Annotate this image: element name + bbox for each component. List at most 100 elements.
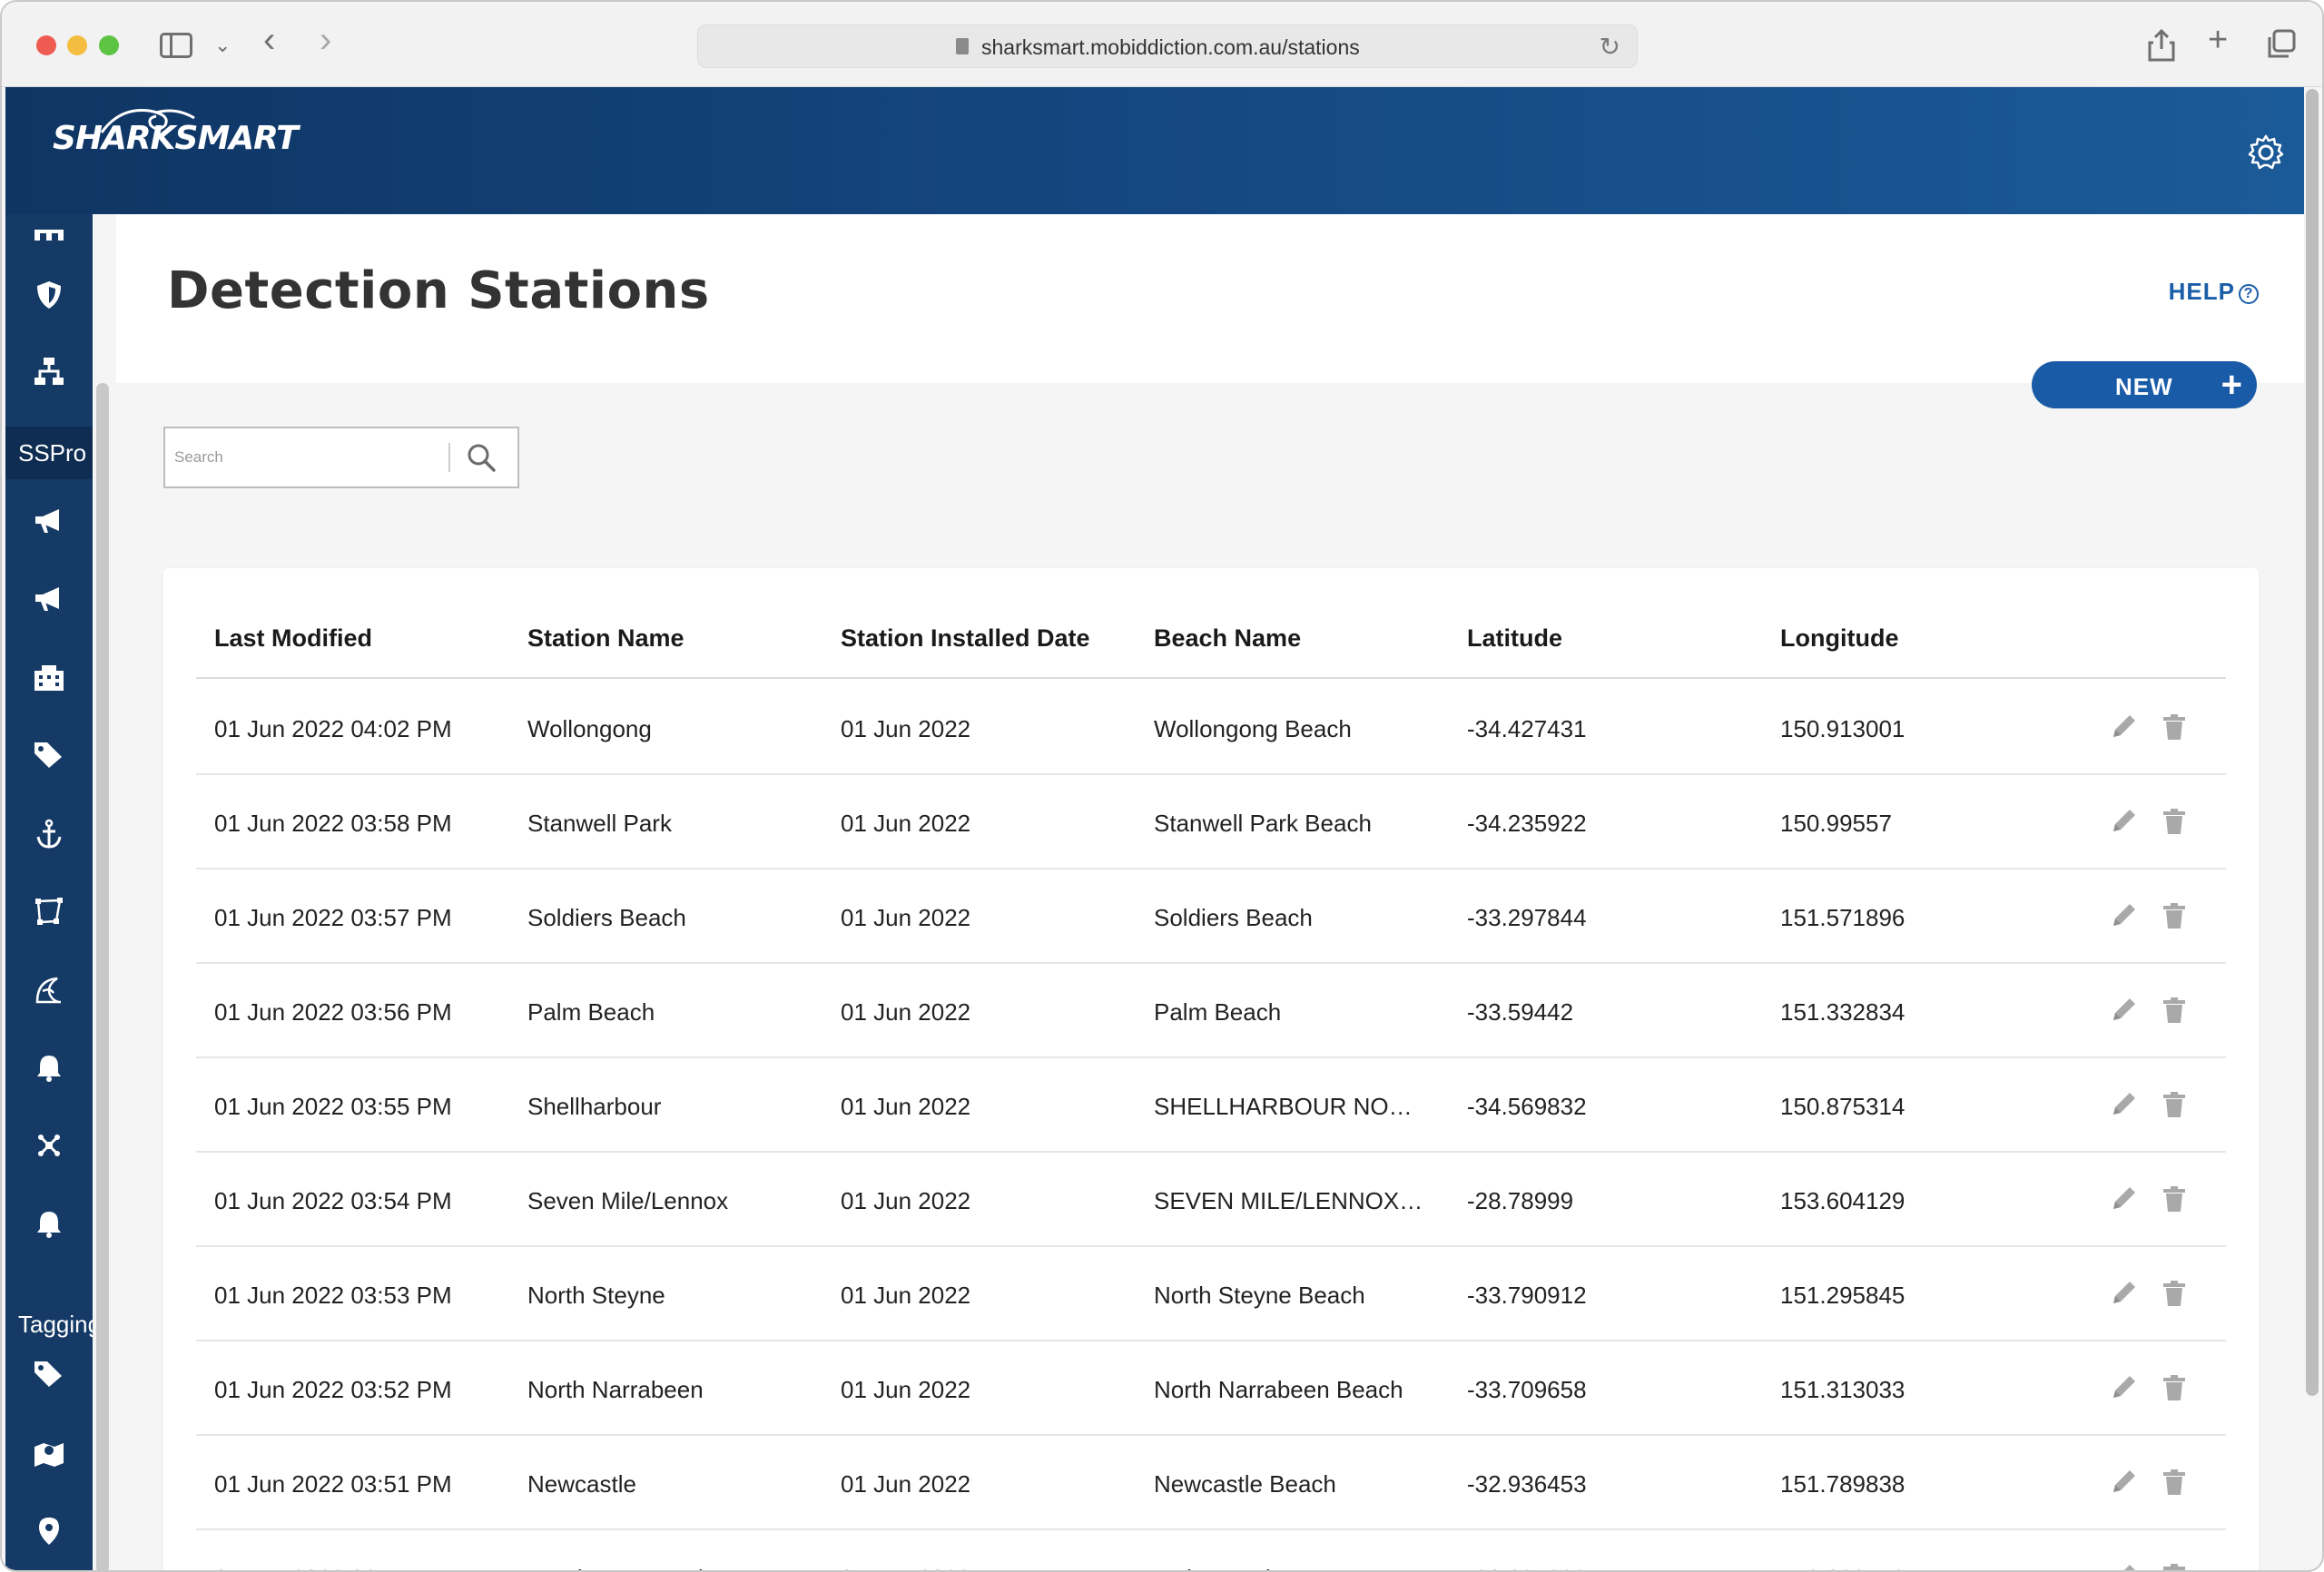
megaphone-icon[interactable] — [31, 506, 67, 543]
delete-trash-icon[interactable] — [2159, 995, 2190, 1026]
sidebar-toggle-icon[interactable] — [160, 33, 192, 58]
delete-trash-icon[interactable] — [2159, 1467, 2190, 1498]
sitemap-icon[interactable] — [31, 214, 67, 251]
network-icon[interactable] — [31, 356, 67, 392]
shield-icon[interactable] — [31, 280, 67, 316]
cell-station-name: Seven Mile/Lennox — [527, 1187, 729, 1214]
anchor-icon[interactable] — [31, 819, 67, 855]
forward-icon[interactable]: › — [320, 22, 331, 58]
address-bar[interactable]: sharksmart.mobiddiction.com.au/stations … — [697, 25, 1638, 68]
map-marker-user-icon[interactable] — [31, 1438, 67, 1474]
drone-icon[interactable] — [31, 1131, 67, 1167]
table-row[interactable]: 01 Jun 2022 03:58 PM Stanwell Park 01 Ju… — [196, 775, 2226, 870]
cell-station-name: Soldiers Beach — [527, 904, 686, 931]
settings-gear-icon[interactable] — [2246, 133, 2286, 172]
cell-station-name: Wollongong — [527, 715, 652, 742]
building-icon[interactable] — [31, 663, 67, 699]
chevron-down-icon[interactable]: ⌄ — [214, 29, 231, 62]
cell-station-name: North Steyne — [527, 1282, 665, 1309]
cell-latitude: -33.59442 — [1467, 998, 1574, 1026]
edit-pencil-icon[interactable] — [2108, 1089, 2139, 1120]
sharksmart-logo[interactable]: SHARKSMART — [53, 120, 299, 157]
cell-station-name: North Narrabeen — [527, 1376, 704, 1403]
column-header-last-modified[interactable]: Last Modified — [214, 624, 505, 653]
bell-icon[interactable] — [31, 1209, 67, 1245]
column-header-latitude[interactable]: Latitude — [1467, 624, 1739, 653]
bell-icon[interactable] — [31, 1053, 67, 1089]
table-row[interactable]: 01 Jun 2022 03:55 PM Shellharbour 01 Jun… — [196, 1058, 2226, 1153]
edit-pencil-icon[interactable] — [2108, 900, 2139, 931]
cell-last-modified: 01 Jun 2022 03:56 PM — [214, 998, 452, 1026]
delete-trash-icon[interactable] — [2159, 712, 2190, 742]
cell-installed-date: 01 Jun 2022 — [841, 1470, 971, 1498]
table-row[interactable]: 01 Jun 2022 03:52 PM North Narrabeen 01 … — [196, 1341, 2226, 1436]
cell-beach-name: SHELLHARBOUR NORT… — [1154, 1093, 1426, 1120]
edit-pencil-icon[interactable] — [2108, 1184, 2139, 1214]
tag-icon[interactable] — [31, 1360, 67, 1396]
new-tab-icon[interactable]: + — [2208, 23, 2228, 57]
search-input[interactable] — [174, 437, 438, 477]
nav-section-tagging[interactable]: Tagging — [5, 1298, 93, 1351]
back-icon[interactable]: ‹ — [263, 22, 275, 58]
cell-beach-name: Newcastle Beach — [1154, 1470, 1336, 1498]
column-header-installed-date[interactable]: Station Installed Date — [841, 624, 1131, 653]
tab-overview-icon[interactable] — [2266, 29, 2297, 68]
shark-icon[interactable] — [31, 975, 67, 1011]
delete-trash-icon[interactable] — [2159, 1184, 2190, 1214]
lock-icon — [956, 38, 969, 54]
polygon-icon[interactable] — [31, 897, 67, 933]
plus-icon: + — [2221, 365, 2242, 405]
help-label: HELP — [2168, 278, 2235, 305]
cell-last-modified: 01 Jun 2022 03:58 PM — [214, 810, 452, 837]
new-station-button[interactable]: NEW + — [2032, 361, 2257, 408]
column-header-longitude[interactable]: Longitude — [1780, 624, 2053, 653]
delete-trash-icon[interactable] — [2159, 900, 2190, 931]
help-link[interactable]: HELP? — [2169, 278, 2259, 306]
delete-trash-icon[interactable] — [2159, 806, 2190, 837]
minimize-window-button[interactable] — [67, 35, 87, 55]
delete-trash-icon[interactable] — [2159, 1372, 2190, 1403]
edit-pencil-icon[interactable] — [2108, 1278, 2139, 1309]
cell-station-name: Newcastle — [527, 1470, 636, 1498]
column-header-station-name[interactable]: Station Name — [527, 624, 818, 653]
url-text[interactable]: sharksmart.mobiddiction.com.au/stations — [981, 35, 1360, 60]
sidebar-scrollbar[interactable] — [96, 383, 109, 1570]
delete-trash-icon[interactable] — [2159, 1278, 2190, 1309]
table-row[interactable]: 01 Jun 2022 03:51 PM Nambucca Heads 01 J… — [196, 1530, 2226, 1572]
edit-pencil-icon[interactable] — [2108, 1372, 2139, 1403]
cell-longitude: 151.332834 — [1780, 998, 1905, 1026]
zoom-window-button[interactable] — [99, 35, 119, 55]
tag-icon[interactable] — [31, 741, 67, 777]
table-row[interactable]: 01 Jun 2022 03:54 PM Seven Mile/Lennox 0… — [196, 1153, 2226, 1247]
cell-last-modified: 01 Jun 2022 03:57 PM — [214, 904, 452, 931]
edit-pencil-icon[interactable] — [2108, 1561, 2139, 1572]
edit-pencil-icon[interactable] — [2108, 1467, 2139, 1498]
share-icon[interactable] — [2148, 28, 2175, 70]
delete-trash-icon[interactable] — [2159, 1089, 2190, 1120]
close-window-button[interactable] — [36, 35, 56, 55]
delete-trash-icon[interactable] — [2159, 1561, 2190, 1572]
cell-latitude: -34.235922 — [1467, 810, 1587, 837]
edit-pencil-icon[interactable] — [2108, 806, 2139, 837]
edit-pencil-icon[interactable] — [2108, 712, 2139, 742]
cell-longitude: 150.875314 — [1780, 1093, 1905, 1120]
table-row[interactable]: 01 Jun 2022 03:56 PM Palm Beach 01 Jun 2… — [196, 964, 2226, 1058]
megaphone-icon[interactable] — [31, 585, 67, 621]
page-scrollbar[interactable] — [2306, 89, 2319, 1396]
cell-station-name: Palm Beach — [527, 998, 655, 1026]
table-row[interactable]: 01 Jun 2022 03:51 PM Newcastle 01 Jun 20… — [196, 1436, 2226, 1530]
cell-longitude: 150.99557 — [1780, 810, 1892, 837]
cell-longitude: 151.295845 — [1780, 1282, 1905, 1309]
table-row[interactable]: 01 Jun 2022 04:02 PM Wollongong 01 Jun 2… — [196, 681, 2226, 775]
cell-station-name: Shellharbour — [527, 1093, 662, 1120]
column-header-beach-name[interactable]: Beach Name — [1154, 624, 1426, 653]
reload-icon[interactable]: ↻ — [1600, 32, 1620, 62]
cell-latitude: -33.790912 — [1467, 1282, 1587, 1309]
edit-pencil-icon[interactable] — [2108, 995, 2139, 1026]
cell-beach-name: Wollongong Beach — [1154, 715, 1352, 742]
search-icon[interactable] — [465, 441, 497, 474]
nav-section-sspro[interactable]: SSPro — [5, 427, 93, 479]
table-row[interactable]: 01 Jun 2022 03:57 PM Soldiers Beach 01 J… — [196, 870, 2226, 964]
table-row[interactable]: 01 Jun 2022 03:53 PM North Steyne 01 Jun… — [196, 1247, 2226, 1341]
location-pin-icon[interactable] — [31, 1516, 67, 1552]
